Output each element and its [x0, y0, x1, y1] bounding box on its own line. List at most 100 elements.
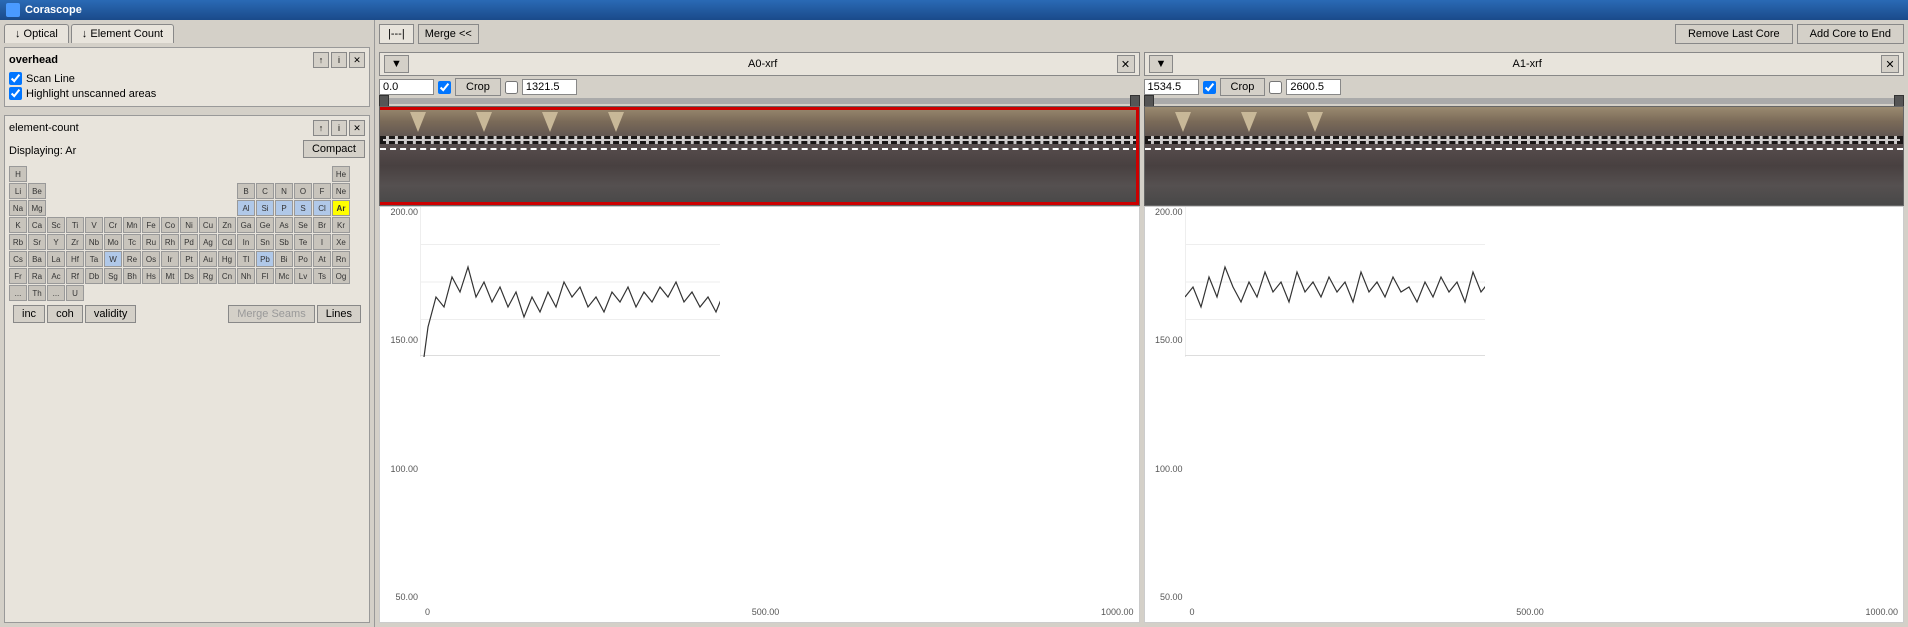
pt-cell-Se[interactable]: Se	[294, 217, 312, 233]
pt-cell-Hf[interactable]: Hf	[66, 251, 84, 267]
core-a1-range-slider[interactable]	[1144, 98, 1905, 104]
pt-cell-Bi[interactable]: Bi	[275, 251, 293, 267]
core-a0-end-input[interactable]	[522, 79, 577, 95]
pt-cell-Lv[interactable]: Lv	[294, 268, 312, 284]
highlight-unscanned-checkbox[interactable]	[9, 87, 22, 100]
core-a0-crop-button[interactable]: Crop	[455, 78, 501, 96]
pt-cell-Rf[interactable]: Rf	[66, 268, 84, 284]
pt-cell-Si[interactable]: Si	[256, 200, 274, 216]
pt-cell-I[interactable]: I	[313, 234, 331, 250]
pt-cell-Ac[interactable]: Ac	[47, 268, 65, 284]
pt-cell-N[interactable]: N	[275, 183, 293, 199]
pt-cell-Ir[interactable]: Ir	[161, 251, 179, 267]
core-a0-close[interactable]: ✕	[1117, 55, 1135, 73]
pt-cell-As[interactable]: As	[275, 217, 293, 233]
core-a1-start-input[interactable]	[1144, 79, 1199, 95]
pt-cell-O[interactable]: O	[294, 183, 312, 199]
pt-cell-V[interactable]: V	[85, 217, 103, 233]
pt-cell-Ba[interactable]: Ba	[28, 251, 46, 267]
pt-cell-Cl[interactable]: Cl	[313, 200, 331, 216]
pt-cell-C[interactable]: C	[256, 183, 274, 199]
pt-cell-Sb[interactable]: Sb	[275, 234, 293, 250]
merge-seams-button[interactable]: Merge Seams	[228, 305, 314, 323]
pt-cell-Ni[interactable]: Ni	[180, 217, 198, 233]
pt-cell-Pd[interactable]: Pd	[180, 234, 198, 250]
pt-cell-Tc[interactable]: Tc	[123, 234, 141, 250]
core-a0-range-slider[interactable]	[379, 98, 1140, 104]
core-a1-start-checkbox[interactable]	[1203, 81, 1216, 94]
pt-cell-Ge[interactable]: Ge	[256, 217, 274, 233]
pt-cell-Ca[interactable]: Ca	[28, 217, 46, 233]
core-a1-end-input[interactable]	[1286, 79, 1341, 95]
pt-cell-U[interactable]: U	[66, 285, 84, 301]
tab-validity[interactable]: validity	[85, 305, 137, 323]
pt-cell-Cs[interactable]: Cs	[9, 251, 27, 267]
remove-last-core-button[interactable]: Remove Last Core	[1675, 24, 1793, 44]
pt-cell-Ti[interactable]: Ti	[66, 217, 84, 233]
pt-cell-Cu[interactable]: Cu	[199, 217, 217, 233]
core-a0-start-checkbox[interactable]	[438, 81, 451, 94]
pt-cell-Re[interactable]: Re	[123, 251, 141, 267]
pt-cell-Sr[interactable]: Sr	[28, 234, 46, 250]
pt-cell-Rg[interactable]: Rg	[199, 268, 217, 284]
lines-button[interactable]: Lines	[317, 305, 361, 323]
add-core-to-end-button[interactable]: Add Core to End	[1797, 24, 1904, 44]
pt-cell-Os[interactable]: Os	[142, 251, 160, 267]
pt-cell-B[interactable]: B	[237, 183, 255, 199]
element-count-info-btn[interactable]: i	[331, 120, 347, 136]
pt-cell-S[interactable]: S	[294, 200, 312, 216]
pt-cell-Zn[interactable]: Zn	[218, 217, 236, 233]
pt-cell-Na[interactable]: Na	[9, 200, 27, 216]
pt-cell-Ag[interactable]: Ag	[199, 234, 217, 250]
pt-cell-Nh[interactable]: Nh	[237, 268, 255, 284]
pt-cell-H[interactable]: H	[9, 166, 27, 182]
compact-button[interactable]: Compact	[303, 140, 365, 158]
pt-cell-Kr[interactable]: Kr	[332, 217, 350, 233]
pt-cell-Fl[interactable]: Fl	[256, 268, 274, 284]
pt-cell-La[interactable]: La	[47, 251, 65, 267]
pt-cell-Hg[interactable]: Hg	[218, 251, 236, 267]
pt-cell-Ts[interactable]: Ts	[313, 268, 331, 284]
core-a1-end-checkbox[interactable]	[1269, 81, 1282, 94]
pt-cell-Hs[interactable]: Hs	[142, 268, 160, 284]
pt-cell-Br[interactable]: Br	[313, 217, 331, 233]
pt-cell-Og[interactable]: Og	[332, 268, 350, 284]
pt-cell-Ta[interactable]: Ta	[85, 251, 103, 267]
pt-cell-Fr[interactable]: Fr	[9, 268, 27, 284]
pt-cell-Sg[interactable]: Sg	[104, 268, 122, 284]
pt-cell-Ne[interactable]: Ne	[332, 183, 350, 199]
core-a1-dropdown[interactable]: ▼	[1149, 55, 1174, 73]
pt-cell-Rh[interactable]: Rh	[161, 234, 179, 250]
element-count-up-btn[interactable]: ↑	[313, 120, 329, 136]
tab-element-count[interactable]: ↓ Element Count	[71, 24, 174, 43]
pt-cell-Zr[interactable]: Zr	[66, 234, 84, 250]
pt-cell-Bh[interactable]: Bh	[123, 268, 141, 284]
pt-cell-At[interactable]: At	[313, 251, 331, 267]
core-a0-end-checkbox[interactable]	[505, 81, 518, 94]
pt-cell-Y[interactable]: Y	[47, 234, 65, 250]
pt-cell-Ar[interactable]: Ar	[332, 200, 350, 216]
pt-cell-...[interactable]: ...	[47, 285, 65, 301]
overhead-info-btn[interactable]: i	[331, 52, 347, 68]
pt-cell-Mn[interactable]: Mn	[123, 217, 141, 233]
pt-cell-...[interactable]: ...	[9, 285, 27, 301]
pt-cell-Mg[interactable]: Mg	[28, 200, 46, 216]
ruler-button[interactable]: |---|	[379, 24, 414, 44]
pt-cell-Te[interactable]: Te	[294, 234, 312, 250]
pt-cell-Ga[interactable]: Ga	[237, 217, 255, 233]
pt-cell-F[interactable]: F	[313, 183, 331, 199]
pt-cell-Au[interactable]: Au	[199, 251, 217, 267]
core-a0-start-input[interactable]	[379, 79, 434, 95]
pt-cell-Al[interactable]: Al	[237, 200, 255, 216]
pt-cell-P[interactable]: P	[275, 200, 293, 216]
pt-cell-Co[interactable]: Co	[161, 217, 179, 233]
pt-cell-Pb[interactable]: Pb	[256, 251, 274, 267]
pt-cell-Ds[interactable]: Ds	[180, 268, 198, 284]
tab-inc[interactable]: inc	[13, 305, 45, 323]
pt-cell-Nb[interactable]: Nb	[85, 234, 103, 250]
pt-cell-Mt[interactable]: Mt	[161, 268, 179, 284]
pt-cell-Cn[interactable]: Cn	[218, 268, 236, 284]
pt-cell-He[interactable]: He	[332, 166, 350, 182]
overhead-up-btn[interactable]: ↑	[313, 52, 329, 68]
pt-cell-Xe[interactable]: Xe	[332, 234, 350, 250]
